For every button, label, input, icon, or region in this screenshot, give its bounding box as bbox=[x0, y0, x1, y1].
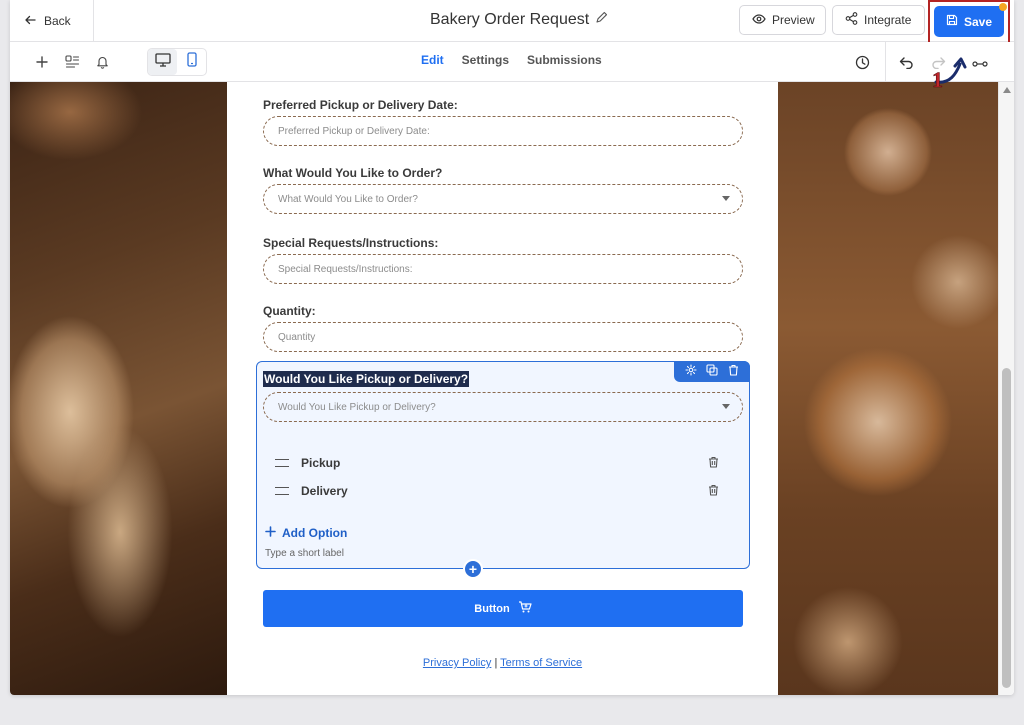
add-option-button[interactable]: Add Option bbox=[265, 526, 347, 540]
block-toolbar bbox=[674, 361, 750, 382]
editor-canvas: Preferred Pickup or Delivery Date: Prefe… bbox=[10, 82, 998, 695]
field-label-order: What Would You Like to Order? bbox=[263, 166, 443, 180]
drag-handle-icon[interactable] bbox=[275, 487, 289, 495]
back-label: Back bbox=[44, 14, 71, 28]
order-select-placeholder: What Would You Like to Order? bbox=[278, 193, 418, 205]
tab-settings[interactable]: Settings bbox=[462, 53, 509, 67]
selected-field-label[interactable]: Would You Like Pickup or Delivery? bbox=[263, 371, 470, 387]
field-label-date: Preferred Pickup or Delivery Date: bbox=[263, 98, 458, 112]
history-icon[interactable] bbox=[852, 52, 872, 72]
step-number-text: 1 bbox=[932, 67, 943, 90]
shopping-cart-icon bbox=[518, 601, 532, 616]
submit-button-label: Button bbox=[474, 602, 510, 615]
trash-icon[interactable] bbox=[708, 484, 719, 499]
form-builder-window: Back Bakery Order Request Preview Integr… bbox=[10, 0, 1014, 695]
layers-icon[interactable] bbox=[62, 52, 82, 72]
undo-icon[interactable] bbox=[896, 52, 916, 72]
add-option-label: Add Option bbox=[282, 526, 348, 540]
unsaved-indicator-dot bbox=[999, 3, 1007, 11]
annotation-step-marker: 1 bbox=[922, 56, 992, 92]
tab-edit[interactable]: Edit bbox=[421, 53, 444, 67]
special-requests-field[interactable]: Special Requests/Instructions: bbox=[263, 254, 743, 284]
mobile-view-button[interactable] bbox=[177, 49, 206, 75]
monitor-icon bbox=[154, 52, 171, 72]
form-preview: Preferred Pickup or Delivery Date: Prefe… bbox=[227, 82, 778, 695]
pencil-icon[interactable] bbox=[595, 11, 608, 29]
gear-icon[interactable] bbox=[685, 363, 697, 381]
field-label-quantity: Quantity: bbox=[263, 304, 316, 318]
pickup-delivery-placeholder: Would You Like Pickup or Delivery? bbox=[278, 401, 436, 413]
order-select[interactable]: What Would You Like to Order? bbox=[263, 184, 743, 214]
editor-tabs: Edit Settings Submissions bbox=[421, 53, 602, 67]
integrate-button[interactable]: Integrate bbox=[832, 5, 925, 35]
add-field-button[interactable]: + bbox=[463, 559, 483, 579]
trash-icon[interactable] bbox=[708, 456, 719, 471]
scrollbar-thumb[interactable] bbox=[1002, 368, 1011, 688]
selected-field-block[interactable]: Would You Like Pickup or Delivery? Would… bbox=[256, 361, 750, 569]
preview-button[interactable]: Preview bbox=[739, 5, 826, 35]
eye-icon bbox=[752, 13, 766, 27]
preview-label: Preview bbox=[772, 13, 815, 27]
desktop-view-button[interactable] bbox=[148, 49, 177, 75]
option-label-pickup[interactable]: Pickup bbox=[301, 456, 340, 470]
trash-icon[interactable] bbox=[728, 363, 739, 381]
save-highlight-box: Save bbox=[928, 0, 1010, 46]
privacy-policy-link[interactable]: Privacy Policy bbox=[423, 657, 491, 669]
terms-of-service-link[interactable]: Terms of Service bbox=[500, 657, 582, 669]
save-button[interactable]: Save bbox=[934, 3, 1007, 37]
document-title[interactable]: Bakery Order Request bbox=[430, 11, 608, 29]
quantity-placeholder: Quantity bbox=[278, 331, 316, 343]
plus-icon[interactable] bbox=[32, 52, 52, 72]
date-field[interactable]: Preferred Pickup or Delivery Date: bbox=[263, 116, 743, 146]
background-image-left bbox=[10, 82, 227, 695]
phone-icon bbox=[186, 52, 197, 72]
plus-icon bbox=[265, 526, 276, 540]
floppy-disk-icon bbox=[946, 14, 958, 29]
chevron-down-icon bbox=[722, 404, 730, 409]
pickup-delivery-select[interactable]: Would You Like Pickup or Delivery? bbox=[263, 392, 743, 422]
footer-links: Privacy Policy | Terms of Service bbox=[227, 657, 778, 669]
device-toggle bbox=[147, 48, 207, 76]
background-image-right bbox=[778, 82, 998, 695]
integrate-label: Integrate bbox=[864, 13, 912, 27]
option-row-delivery: Delivery bbox=[275, 484, 735, 498]
editor-toolbar: Edit Settings Submissions bbox=[10, 42, 1014, 82]
save-label: Save bbox=[963, 14, 993, 29]
option-hint-text: Type a short label bbox=[265, 548, 344, 559]
toolbar-divider bbox=[885, 42, 886, 82]
bell-icon[interactable] bbox=[92, 52, 112, 72]
tab-submissions[interactable]: Submissions bbox=[527, 53, 602, 67]
document-title-text: Bakery Order Request bbox=[430, 11, 590, 28]
arrow-left-icon bbox=[24, 14, 36, 29]
special-requests-placeholder: Special Requests/Instructions: bbox=[278, 263, 413, 275]
field-label-special-requests: Special Requests/Instructions: bbox=[263, 236, 439, 250]
option-label-delivery[interactable]: Delivery bbox=[301, 484, 348, 498]
plus-icon: + bbox=[468, 561, 478, 577]
vertical-scrollbar[interactable] bbox=[998, 82, 1014, 695]
duplicate-icon[interactable] bbox=[706, 363, 719, 381]
submit-button[interactable]: Button bbox=[263, 590, 743, 627]
quantity-field[interactable]: Quantity bbox=[263, 322, 743, 352]
drag-handle-icon[interactable] bbox=[275, 459, 289, 467]
scroll-up-arrow-icon[interactable] bbox=[1003, 87, 1011, 93]
top-bar: Back Bakery Order Request Preview Integr… bbox=[10, 0, 1014, 46]
chevron-down-icon bbox=[722, 196, 730, 201]
date-field-placeholder: Preferred Pickup or Delivery Date: bbox=[278, 125, 430, 137]
back-button[interactable]: Back bbox=[10, 0, 94, 42]
option-row-pickup: Pickup bbox=[275, 456, 735, 470]
footer-separator: | bbox=[494, 657, 498, 669]
share-icon bbox=[845, 12, 858, 28]
